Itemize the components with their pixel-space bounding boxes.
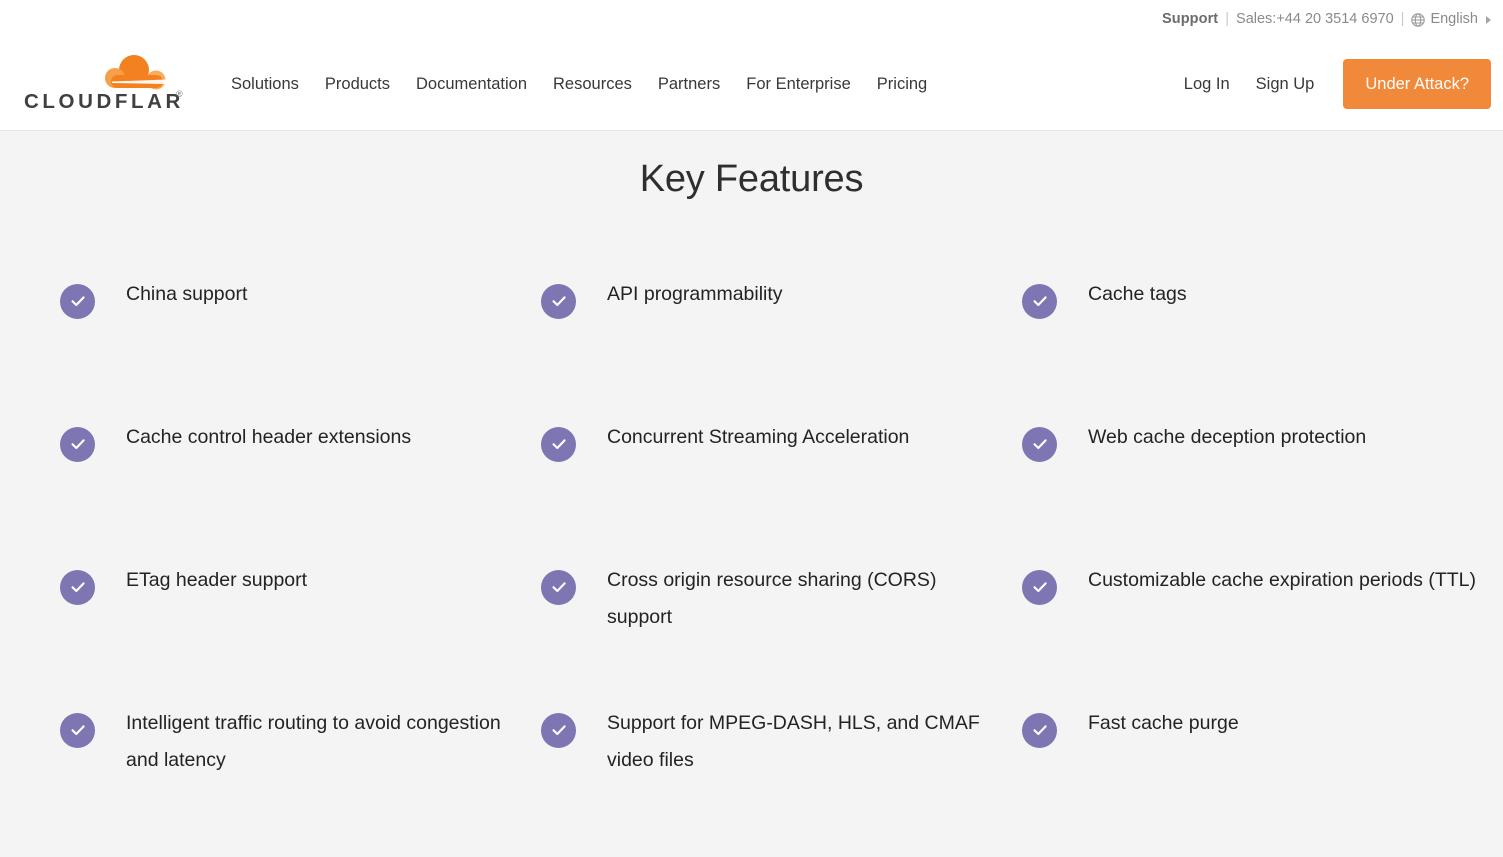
feature-label: Cache tags (1088, 282, 1187, 305)
feature-label: Cross origin resource sharing (CORS) sup… (607, 568, 937, 628)
nav-item-solutions[interactable]: Solutions (218, 69, 312, 100)
feature-item: Customizable cache expiration periods (T… (1022, 562, 1503, 705)
cloudflare-logo[interactable]: CLOUDFLARE ® (0, 52, 196, 116)
check-circle-icon (60, 569, 95, 605)
utility-bar: Support | Sales:+44 20 3514 6970 | Engli… (0, 0, 1503, 38)
sign-up-link[interactable]: Sign Up (1243, 69, 1328, 100)
feature-item: Support for MPEG-DASH, HLS, and CMAF vid… (541, 705, 1022, 848)
nav-item-partners[interactable]: Partners (645, 69, 733, 100)
check-circle-icon (60, 283, 95, 319)
check-circle-icon (1022, 712, 1057, 748)
feature-item: China support (60, 276, 541, 419)
check-circle-icon (1022, 426, 1057, 462)
feature-item: Cross origin resource sharing (CORS) sup… (541, 562, 1022, 705)
feature-label: Customizable cache expiration periods (T… (1088, 568, 1477, 591)
feature-label: Support for MPEG-DASH, HLS, and CMAF vid… (607, 711, 980, 771)
nav-item-for-enterprise[interactable]: For Enterprise (733, 69, 864, 100)
feature-item: Cache control header extensions (60, 419, 541, 562)
utility-separator-2: | (1400, 11, 1405, 27)
nav-item-pricing[interactable]: Pricing (864, 69, 940, 100)
feature-label: Fast cache purge (1088, 711, 1239, 734)
features-grid: China support API programmability Cache … (0, 276, 1503, 848)
language-label: English (1430, 11, 1478, 27)
page-title: Key Features (639, 158, 864, 200)
feature-label: Concurrent Streaming Acceleration (607, 425, 910, 448)
check-circle-icon (1022, 283, 1057, 319)
feature-item: ETag header support (60, 562, 541, 705)
nav-item-documentation[interactable]: Documentation (403, 69, 540, 100)
check-circle-icon (1022, 569, 1057, 605)
utility-separator-1: | (1225, 11, 1230, 27)
language-selector[interactable]: English (1411, 11, 1491, 27)
under-attack-button[interactable]: Under Attack? (1343, 59, 1491, 109)
feature-item: API programmability (541, 276, 1022, 419)
feature-item: Cache tags (1022, 276, 1503, 419)
svg-text:®: ® (176, 89, 183, 99)
feature-label: Cache control header extensions (126, 425, 412, 448)
feature-item: Web cache deception protection (1022, 419, 1503, 562)
check-circle-icon (541, 283, 576, 319)
feature-item: Intelligent traffic routing to avoid con… (60, 705, 541, 848)
nav-item-products[interactable]: Products (312, 69, 403, 100)
support-link[interactable]: Support (1162, 11, 1218, 27)
feature-item: Fast cache purge (1022, 705, 1503, 848)
key-features-section: Key Features China support API programma… (0, 131, 1503, 857)
sales-phone[interactable]: Sales:+44 20 3514 6970 (1236, 11, 1394, 27)
feature-item: Concurrent Streaming Acceleration (541, 419, 1022, 562)
check-circle-icon (541, 712, 576, 748)
check-circle-icon (60, 426, 95, 462)
log-in-link[interactable]: Log In (1171, 69, 1243, 100)
feature-label: ETag header support (126, 568, 308, 591)
caret-right-icon (1486, 16, 1491, 24)
svg-text:CLOUDFLARE: CLOUDFLARE (24, 90, 184, 113)
check-circle-icon (541, 569, 576, 605)
cloudflare-cloud-logo: CLOUDFLARE ® (24, 55, 184, 113)
feature-label: China support (126, 282, 248, 305)
check-circle-icon (541, 426, 576, 462)
main-header: CLOUDFLARE ® Solutions Products Document… (0, 38, 1503, 131)
globe-icon (1411, 13, 1426, 27)
primary-navigation: Solutions Products Documentation Resourc… (218, 69, 940, 100)
feature-label: Web cache deception protection (1088, 425, 1367, 448)
nav-item-resources[interactable]: Resources (540, 69, 645, 100)
feature-label: Intelligent traffic routing to avoid con… (126, 711, 501, 771)
header-actions: Log In Sign Up Under Attack? (1171, 59, 1503, 109)
feature-label: API programmability (607, 282, 783, 305)
check-circle-icon (60, 712, 95, 748)
